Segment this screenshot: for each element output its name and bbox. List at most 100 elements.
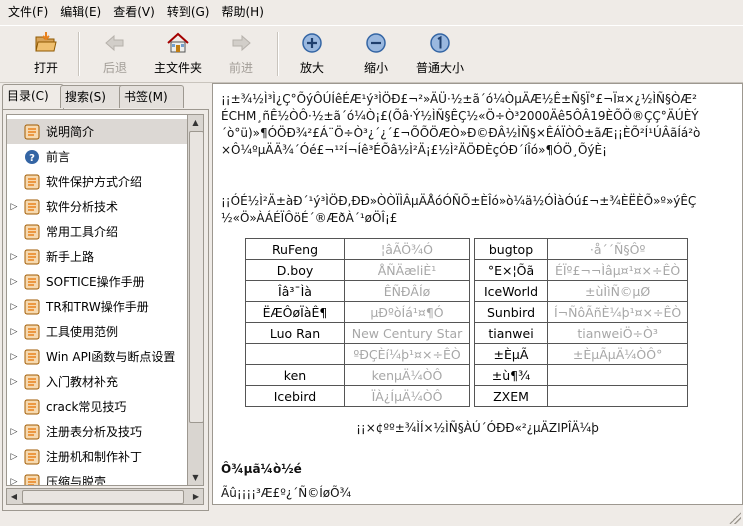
credit-site-link[interactable] (546, 364, 689, 386)
normal-size-label: 普通大小 (415, 61, 464, 75)
resize-grip-icon[interactable] (729, 512, 741, 524)
tree-item[interactable]: ▷ 新手上路 (7, 244, 187, 269)
scrollbar-thumb[interactable] (189, 131, 204, 423)
tree-item-label: 前言 (46, 150, 71, 164)
home-icon (167, 32, 189, 53)
tree-vertical-scrollbar[interactable]: ▲ ▼ (187, 114, 204, 486)
normal-size-button[interactable]: 普通大小 (410, 31, 470, 77)
tree-item[interactable]: crack常见技巧 (7, 394, 187, 419)
credit-site-link[interactable]: ·å´´Ñ§Ôº (546, 238, 689, 260)
back-button[interactable]: 后退 (95, 31, 135, 77)
credits-table: RuFeng ¦âÃÖ¾Ó bugtop ·å´´Ñ§Ôº D.boy ÅÑÄæliÈ¹ °… (245, 238, 689, 407)
credit-site-link[interactable]: ¦âÃÖ¾Ó (344, 238, 470, 260)
expander-arrow-icon[interactable]: ▷ (7, 302, 21, 312)
page-icon (24, 174, 40, 189)
expander-arrow-icon[interactable]: ▷ (7, 477, 21, 486)
credit-site-link[interactable]: ÉÏº£¬¬Ìâµ¤¹¤×÷ÊÒ (546, 259, 689, 281)
table-row: Îâ³¯Ìà ÊÑÐÂÍø IceWorld ±ùÌìÑ©µØ (245, 280, 689, 302)
tree-item-label: 软件分析技术 (46, 200, 119, 214)
tree-item-label: SOFTICE操作手册 (46, 275, 145, 289)
credit-site-link[interactable]: kenµÄ¼ÒÔ (344, 364, 470, 386)
tab-contents[interactable]: 目录(C) (2, 84, 64, 109)
tree-item[interactable]: ▷ Win API函数与断点设置 (7, 344, 187, 369)
open-button[interactable]: 打开 (26, 31, 66, 77)
page-icon (24, 449, 40, 464)
scroll-up-arrow-icon[interactable]: ▲ (188, 115, 203, 130)
tree-item[interactable]: ▷ 工具使用范例 (7, 319, 187, 344)
credit-site-link[interactable]: tianweiÖ÷Ò³ (546, 322, 689, 344)
credit-site-link[interactable]: ±ÈµÃµÄ¼ÒÔ° (546, 343, 689, 365)
forward-label: 前进 (228, 61, 253, 75)
home-button[interactable]: 主文件夹 (148, 31, 208, 77)
tree-item[interactable]: 说明简介 (7, 119, 187, 144)
status-bar (0, 506, 743, 526)
tab-search[interactable]: 搜索(S) (60, 85, 124, 108)
tree-item[interactable]: ▷ 入门教材补充 (7, 369, 187, 394)
tree-item-label: crack常见技巧 (46, 400, 127, 414)
tab-bookmarks[interactable]: 书签(M) (119, 85, 184, 108)
menu-edit[interactable]: 编辑(E) (54, 2, 107, 22)
credit-name-cell: RuFeng (245, 238, 345, 260)
forward-button[interactable]: 前进 (221, 31, 261, 77)
credit-site-link[interactable]: ±ùÌìÑ©µØ (546, 280, 689, 302)
credit-site-link[interactable]: ÏÀ¿ÍµÄ¼ÒÔ (344, 385, 470, 407)
tree-item[interactable]: 软件保护方式介绍 (7, 169, 187, 194)
credit-site-link[interactable]: ºÐÇÈí¼þ¹¤×÷ÊÒ (344, 343, 470, 365)
toolbar-separator (277, 32, 279, 76)
scroll-right-arrow-icon[interactable]: ▶ (189, 489, 203, 504)
page-icon (24, 224, 40, 239)
credit-name-cell: Luo Ran (245, 322, 345, 344)
document-view[interactable]: ¡¡±¾½Ì³Ì¿Ç°ÕýÔÚÍêÉÆ¹ý³ÌÖÐ£¬²»ÄÜ·½±ã´ó¼Òµ… (212, 83, 743, 505)
expander-arrow-icon[interactable]: ▷ (7, 427, 21, 437)
scroll-down-arrow-icon[interactable]: ▼ (188, 470, 203, 485)
tree-item[interactable]: ▷ 注册机和制作补丁 (7, 444, 187, 469)
zoom-in-button[interactable]: 放大 (292, 31, 332, 77)
table-row: ºÐÇÈí¼þ¹¤×÷ÊÒ ±ÈµÃ ±ÈµÃµÄ¼ÒÔ° (245, 343, 689, 365)
credit-site-link[interactable]: ÅÑÄæliÈ¹ (344, 259, 470, 281)
expander-arrow-icon[interactable]: ▷ (7, 202, 21, 212)
menu-view[interactable]: 查看(V) (107, 2, 161, 22)
credit-site-link[interactable]: New Century Star (344, 322, 470, 344)
tree-item[interactable]: ▷ 软件分析技术 (7, 194, 187, 219)
tree-item[interactable]: ? 前言 (7, 144, 187, 169)
credit-site-link[interactable]: Í¬ÑôÃñÈ¼þ¹¤×÷ÊÒ (546, 301, 689, 323)
zoom-in-icon (302, 33, 322, 53)
table-row: ken kenµÄ¼ÒÔ ±ù¶¾ (245, 364, 689, 386)
credit-name-cell: ±ù¶¾ (474, 364, 548, 386)
credit-site-link[interactable]: ÊÑÐÂÍø (344, 280, 470, 302)
zoom-out-button[interactable]: 缩小 (356, 31, 396, 77)
scroll-left-arrow-icon[interactable]: ◀ (7, 489, 21, 504)
expander-arrow-icon[interactable]: ▷ (7, 352, 21, 362)
contents-tree[interactable]: 说明简介? 前言 软件保护方式介绍 ▷ 软件分析技术 常用工具介绍 ▷ 新手上路 ▷ SOFTIC… (6, 114, 188, 486)
tree-horizontal-scrollbar[interactable]: ◀ ▶ (6, 488, 204, 505)
page-icon (24, 274, 40, 289)
credit-site-link[interactable]: µÐºòÍá¹¤¶Ó (344, 301, 470, 323)
credit-site-link[interactable] (546, 385, 689, 407)
thanks-paragraph: ¡¡ÓÉ½Ì²Ä±àÐ´¹ý³ÌÖÐ,ÐÐ»ÒÒÏÌÂµÄÅóÓÑÕ±ÈÎó»ò… (221, 194, 697, 225)
page-icon (24, 349, 40, 364)
menu-help[interactable]: 帮助(H) (215, 2, 269, 22)
normal-size-icon (430, 33, 450, 53)
tree-item[interactable]: ▷ 压缩与脱壳 (7, 469, 187, 486)
scrollbar-thumb[interactable] (22, 490, 184, 504)
expander-arrow-icon[interactable]: ▷ (7, 377, 21, 387)
expander-arrow-icon[interactable]: ▷ (7, 252, 21, 262)
credit-name-cell: tianwei (474, 322, 548, 344)
expander-arrow-icon[interactable]: ▷ (7, 327, 21, 337)
menu-go[interactable]: 转到(G) (161, 2, 216, 22)
expander-arrow-icon[interactable]: ▷ (7, 277, 21, 287)
folder-open-icon (35, 32, 57, 52)
site-name-line: Ãû¡¡¡¡³Æ£º¿´Ñ©ÍøÕ¾ (221, 486, 352, 500)
expander-arrow-icon[interactable]: ▷ (7, 452, 21, 462)
back-arrow-icon (105, 34, 124, 52)
credit-name-cell: Îâ³¯Ìà (245, 280, 345, 302)
help-icon: ? (25, 149, 39, 164)
home-label: 主文件夹 (153, 61, 202, 75)
toolbar-separator (78, 32, 80, 76)
tree-item[interactable]: ▷ SOFTICE操作手册 (7, 269, 187, 294)
tree-item[interactable]: ▷ TR和TRW操作手册 (7, 294, 187, 319)
tree-item[interactable]: 常用工具介绍 (7, 219, 187, 244)
tree-item[interactable]: ▷ 注册表分析及技巧 (7, 419, 187, 444)
credit-name-cell: ±ÈµÃ (474, 343, 548, 365)
menu-file[interactable]: 文件(F) (2, 2, 54, 22)
